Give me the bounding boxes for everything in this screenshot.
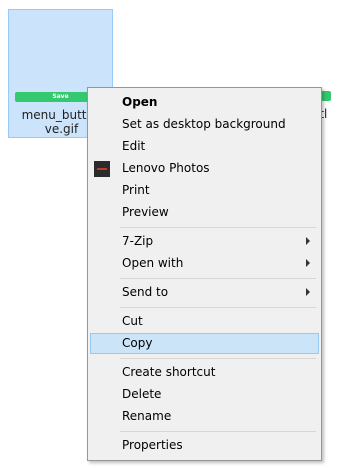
submenu-arrow-icon <box>306 288 310 296</box>
menu-separator <box>120 278 316 279</box>
menu-item-7zip[interactable]: 7-Zip <box>90 231 319 252</box>
menu-item-label: Open with <box>122 256 184 270</box>
menu-item-create-shortcut[interactable]: Create shortcut <box>90 362 319 383</box>
menu-item-label: Copy <box>122 336 153 350</box>
menu-separator <box>120 431 316 432</box>
menu-item-label: Properties <box>122 438 183 452</box>
menu-separator <box>120 307 316 308</box>
menu-item-label: Lenovo Photos <box>122 161 210 175</box>
menu-item-copy[interactable]: Copy <box>90 333 319 354</box>
menu-item-label: Print <box>122 183 150 197</box>
menu-item-label: Create shortcut <box>122 365 216 379</box>
menu-item-print[interactable]: Print <box>90 180 319 201</box>
menu-item-label: 7-Zip <box>122 234 154 248</box>
menu-item-rename[interactable]: Rename <box>90 406 319 427</box>
submenu-arrow-icon <box>306 237 310 245</box>
menu-item-label: Open <box>122 95 158 109</box>
menu-item-cut[interactable]: Cut <box>90 311 319 332</box>
menu-item-lenovo-photos[interactable]: Lenovo Photos <box>90 158 319 179</box>
menu-item-preview[interactable]: Preview <box>90 202 319 223</box>
submenu-arrow-icon <box>306 259 310 267</box>
menu-item-label: Preview <box>122 205 169 219</box>
menu-item-label: Send to <box>122 285 169 299</box>
menu-item-label: Set as desktop background <box>122 117 286 131</box>
menu-item-label: Rename <box>122 409 172 423</box>
menu-item-set-as-desktop-background[interactable]: Set as desktop background <box>90 114 319 135</box>
menu-item-label: Edit <box>122 139 146 153</box>
menu-separator <box>120 227 316 228</box>
menu-separator <box>120 358 316 359</box>
lenovo-photos-icon <box>94 161 110 177</box>
menu-item-edit[interactable]: Edit <box>90 136 319 157</box>
context-menu: Open Set as desktop background Edit Leno… <box>87 87 322 461</box>
menu-item-label: Cut <box>122 314 143 328</box>
menu-item-delete[interactable]: Delete <box>90 384 319 405</box>
menu-item-send-to[interactable]: Send to <box>90 282 319 303</box>
menu-item-label: Delete <box>122 387 162 401</box>
menu-item-open-with[interactable]: Open with <box>90 253 319 274</box>
menu-item-open[interactable]: Open <box>90 92 319 113</box>
menu-item-properties[interactable]: Properties <box>90 435 319 456</box>
